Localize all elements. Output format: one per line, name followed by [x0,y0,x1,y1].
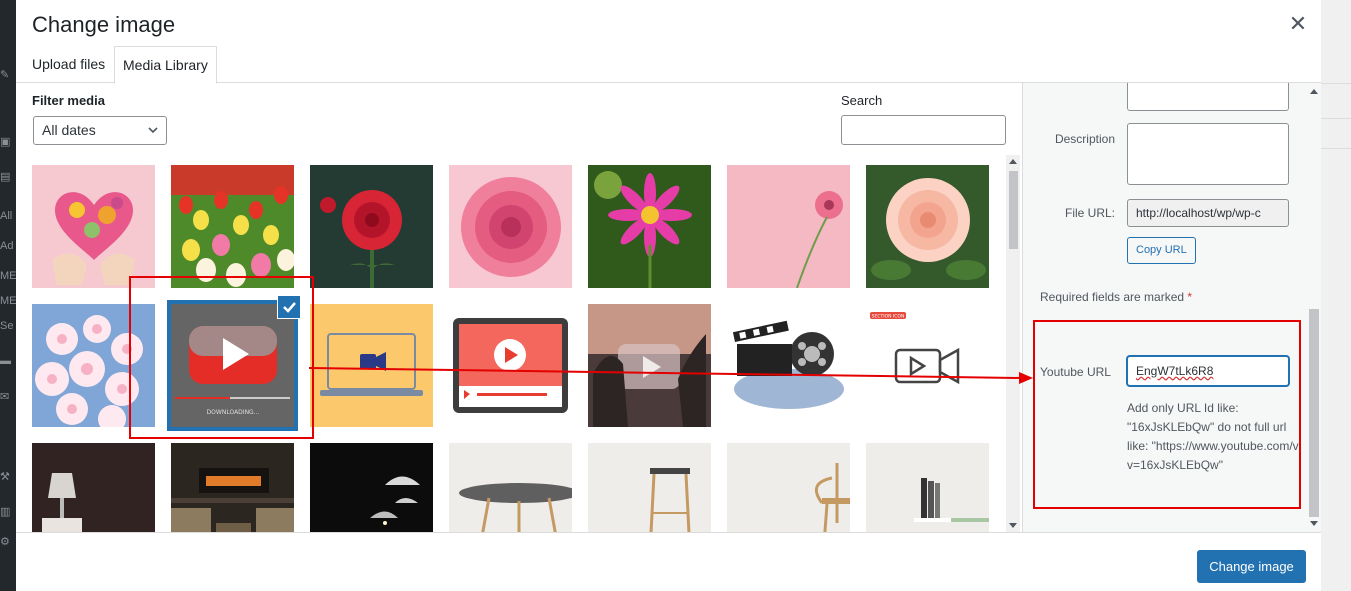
media-icon: ▣ [0,136,11,148]
media-thumbnail[interactable] [588,304,711,427]
annotation-box-thumbnail [129,276,314,439]
media-thumbnail[interactable]: SECTION ICON [866,304,989,427]
attachment-details-sidebar: Description File URL: http://localhost/w… [1022,83,1321,532]
media-modal: Change image ✕ Upload files Media Librar… [16,0,1321,591]
tab-upload-files[interactable]: Upload files [24,46,113,83]
media-thumbnail[interactable] [32,443,155,532]
description-label: Description [1054,132,1115,146]
chevron-down-icon [148,127,158,134]
scroll-down-icon[interactable] [1009,523,1017,528]
chart-icon: ▥ [0,506,11,518]
comments-icon: ▬ [0,355,11,367]
close-icon[interactable]: ✕ [1288,12,1308,36]
tab-media-library[interactable]: Media Library [114,46,217,84]
media-thumbnail[interactable] [310,443,433,532]
media-thumbnail[interactable] [449,443,572,532]
media-thumbnail[interactable] [588,443,711,532]
filter-media-label: Filter media [32,93,105,108]
media-thumbnail[interactable] [310,165,433,288]
grid-scrollbar[interactable] [1006,155,1020,532]
media-thumbnail[interactable] [727,304,850,427]
admin-menu-fragment: ME [0,295,16,307]
thumbnail-badge: SECTION ICON [872,314,905,320]
date-filter-select[interactable]: All dates [33,116,167,145]
scrollbar-thumb[interactable] [1309,309,1319,517]
change-image-button[interactable]: Change image [1197,550,1306,583]
media-thumbnail[interactable] [588,165,711,288]
admin-page-background [1320,0,1351,591]
media-thumbnail[interactable] [866,443,989,532]
pin-icon: ✎ [0,69,10,81]
settings-icon: ⚙ [0,536,10,548]
admin-menu-fragment: All [0,210,13,222]
wrench-icon: ⚒ [0,471,10,483]
scroll-down-icon[interactable] [1310,521,1318,526]
admin-sidebar-background: ✎ ▣ ▤ All Ad ME ME Se ▬ ✉ ⚒ ▥ ⚙ [0,0,16,591]
media-thumbnail[interactable] [310,304,433,427]
media-thumbnail[interactable] [171,165,294,288]
media-thumbnail[interactable] [32,165,155,288]
scroll-up-icon[interactable] [1009,159,1017,164]
scrollbar-thumb[interactable] [1009,171,1018,249]
media-thumbnail[interactable] [866,165,989,288]
modal-title: Change image [32,12,176,37]
admin-menu-fragment: Se [0,320,14,332]
file-url-label: File URL: [1064,206,1115,220]
pages-icon: ▤ [0,171,11,183]
annotation-box-youtube-field [1033,320,1301,509]
mail-icon: ✉ [0,391,10,403]
sidebar-scrollbar[interactable] [1307,83,1321,532]
admin-menu-fragment: ME [0,270,16,282]
caption-textarea[interactable] [1127,83,1289,111]
file-url-field[interactable]: http://localhost/wp/wp-c [1127,199,1289,227]
scroll-up-icon[interactable] [1310,89,1318,94]
media-thumbnail[interactable] [449,165,572,288]
media-thumbnail[interactable] [727,443,850,532]
media-thumbnail[interactable] [171,443,294,532]
media-thumbnail[interactable] [727,165,850,288]
date-filter-value: All dates [42,122,96,138]
search-input[interactable] [841,115,1006,145]
required-text: Required fields are marked [1040,290,1185,304]
copy-url-button[interactable]: Copy URL [1127,237,1196,264]
search-label: Search [841,93,883,108]
description-textarea[interactable] [1127,123,1289,185]
required-star: * [1187,290,1193,304]
modal-toolbar: Change image [16,532,1321,591]
tab-bar: Upload files Media Library [16,46,1321,84]
admin-menu-fragment: Ad [0,240,14,252]
media-thumbnail[interactable] [449,304,572,427]
required-fields-note: Required fields are marked * [1040,290,1192,304]
